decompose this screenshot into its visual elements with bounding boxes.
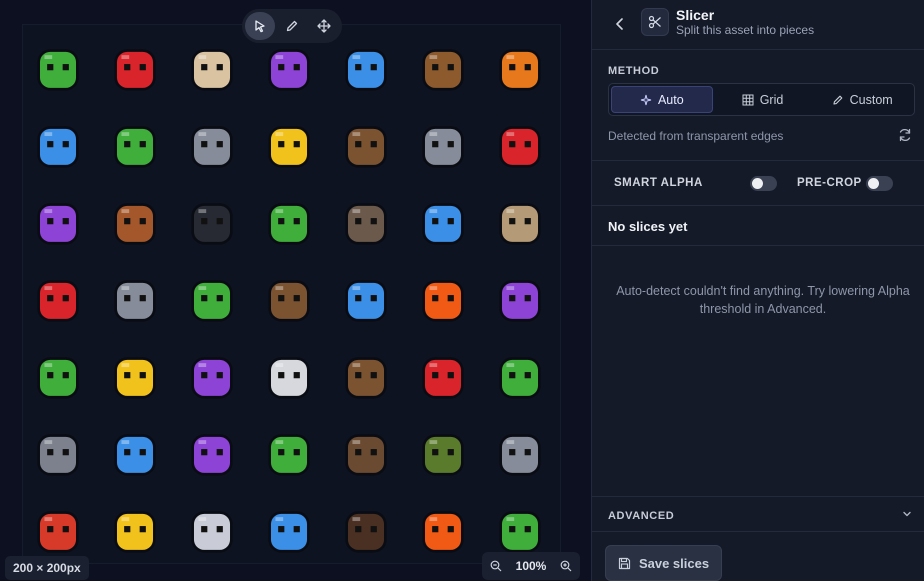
gray-wolf-sprite[interactable] bbox=[489, 420, 551, 482]
tree-ent-sprite[interactable] bbox=[412, 420, 474, 482]
canvas-area: 200 × 200px 100% bbox=[0, 0, 591, 581]
move-icon bbox=[317, 19, 331, 33]
fire-spirit-sprite[interactable] bbox=[412, 266, 474, 328]
grid-icon bbox=[742, 94, 754, 105]
rat-swarm-sprite[interactable] bbox=[335, 420, 397, 482]
pre-crop-label: PRE-CROP bbox=[797, 177, 862, 189]
draw-tool-button[interactable] bbox=[277, 12, 307, 40]
advanced-section-toggle[interactable]: ADVANCED bbox=[592, 496, 924, 532]
gray-bat-sprite[interactable] bbox=[104, 266, 166, 328]
green-lizard-sprite[interactable] bbox=[258, 189, 320, 251]
gray-snake-sprite[interactable] bbox=[412, 112, 474, 174]
save-slices-button[interactable]: Save slices bbox=[605, 545, 722, 581]
pointer-icon bbox=[255, 20, 265, 33]
skeleton-archer-sprite[interactable] bbox=[258, 343, 320, 405]
treasure-chest-sprite[interactable] bbox=[412, 35, 474, 97]
method-label: METHOD bbox=[608, 65, 660, 77]
options-row: SMART ALPHA PRE-CROP bbox=[592, 161, 924, 206]
select-tool-button[interactable] bbox=[245, 12, 275, 40]
sprite-sheet[interactable] bbox=[22, 24, 561, 564]
brown-goblin-sprite[interactable] bbox=[258, 266, 320, 328]
method-auto-button[interactable]: Auto bbox=[611, 86, 713, 113]
gray-gargoyle-sprite[interactable] bbox=[181, 112, 243, 174]
brown-spider-sprite[interactable] bbox=[335, 343, 397, 405]
brown-rat-sprite[interactable] bbox=[335, 112, 397, 174]
empty-state-message: Auto-detect couldn't find anything. Try … bbox=[616, 284, 910, 316]
red-eyeball-sprite[interactable] bbox=[489, 112, 551, 174]
dark-spider-sprite[interactable] bbox=[335, 497, 397, 559]
chevron-down-icon bbox=[903, 511, 911, 517]
purple-jellyfish-sprite[interactable] bbox=[181, 343, 243, 405]
dwarf-warrior-sprite[interactable] bbox=[104, 189, 166, 251]
purple-eye-bat-sprite[interactable] bbox=[181, 420, 243, 482]
sparkle-icon bbox=[640, 94, 652, 105]
stone-gargoyle-sprite[interactable] bbox=[27, 420, 89, 482]
canvas-toolbar bbox=[242, 9, 342, 43]
smart-alpha-label: SMART ALPHA bbox=[614, 177, 703, 189]
purple-bat-sprite[interactable] bbox=[258, 35, 320, 97]
method-selector: Auto Grid Custom bbox=[608, 83, 915, 116]
method-section: METHOD Auto Grid Custom Detected from tr… bbox=[592, 51, 924, 161]
green-frog-sprite[interactable] bbox=[181, 266, 243, 328]
red-imp-sprite[interactable] bbox=[27, 266, 89, 328]
yellow-slime-sprite[interactable] bbox=[104, 343, 166, 405]
pencil-icon bbox=[833, 95, 842, 105]
blue-slime-sprite[interactable] bbox=[258, 497, 320, 559]
green-orc-sprite[interactable] bbox=[27, 343, 89, 405]
blue-fairy-sprite[interactable] bbox=[335, 266, 397, 328]
refresh-icon[interactable] bbox=[897, 127, 913, 143]
zoom-in-icon[interactable] bbox=[560, 560, 572, 572]
zoom-control: 100% bbox=[482, 552, 580, 580]
yellow-dragon-sprite[interactable] bbox=[258, 112, 320, 174]
zoom-out-icon[interactable] bbox=[490, 560, 502, 572]
blue-ghost-sprite[interactable] bbox=[335, 35, 397, 97]
slicer-panel: Slicer Split this asset into pieces METH… bbox=[591, 0, 924, 581]
green-fairy-sprite[interactable] bbox=[104, 112, 166, 174]
panel-subtitle: Split this asset into pieces bbox=[676, 23, 815, 37]
blue-jellyfish-sprite[interactable] bbox=[27, 112, 89, 174]
fire-imp-sprite[interactable] bbox=[412, 497, 474, 559]
green-slime-sprite[interactable] bbox=[27, 35, 89, 97]
back-button[interactable] bbox=[610, 14, 630, 34]
advanced-label: ADVANCED bbox=[608, 510, 675, 522]
purple-spellbook-sprite[interactable] bbox=[489, 266, 551, 328]
method-grid-button[interactable]: Grid bbox=[713, 86, 813, 113]
save-icon bbox=[618, 557, 631, 569]
smart-alpha-toggle[interactable] bbox=[750, 176, 777, 191]
image-size-badge: 200 × 200px bbox=[5, 556, 89, 580]
pre-crop-toggle[interactable] bbox=[866, 176, 893, 191]
black-spider-sprite[interactable] bbox=[181, 189, 243, 251]
white-ghost-sprite[interactable] bbox=[181, 497, 243, 559]
slices-header: No slices yet bbox=[592, 206, 924, 246]
blue-water-spirit-sprite[interactable] bbox=[412, 189, 474, 251]
pencil-icon bbox=[286, 20, 298, 32]
mummy-sprite[interactable] bbox=[489, 189, 551, 251]
panel-header: Slicer Split this asset into pieces bbox=[592, 0, 924, 50]
red-demon-sprite[interactable] bbox=[104, 35, 166, 97]
move-tool-button[interactable] bbox=[309, 12, 339, 40]
mushroom-creature-sprite[interactable] bbox=[27, 497, 89, 559]
skull-sprite[interactable] bbox=[181, 35, 243, 97]
panel-title: Slicer bbox=[676, 7, 715, 23]
zoom-level: 100% bbox=[515, 559, 547, 573]
slices-title: No slices yet bbox=[608, 219, 688, 234]
orange-spider-sprite[interactable] bbox=[489, 35, 551, 97]
red-dragon-sprite[interactable] bbox=[412, 343, 474, 405]
method-custom-button[interactable]: Custom bbox=[812, 86, 912, 113]
green-treant-sprite[interactable] bbox=[258, 420, 320, 482]
chevron-left-icon bbox=[616, 18, 623, 30]
badger-sprite[interactable] bbox=[335, 189, 397, 251]
detection-status: Detected from transparent edges bbox=[608, 129, 784, 143]
blue-wizard-sprite[interactable] bbox=[104, 420, 166, 482]
green-wyvern-sprite[interactable] bbox=[489, 497, 551, 559]
scissors-icon bbox=[641, 8, 669, 36]
green-snake-sprite[interactable] bbox=[489, 343, 551, 405]
purple-slime-sprite[interactable] bbox=[27, 189, 89, 251]
yellow-sprite-sprite[interactable] bbox=[104, 497, 166, 559]
